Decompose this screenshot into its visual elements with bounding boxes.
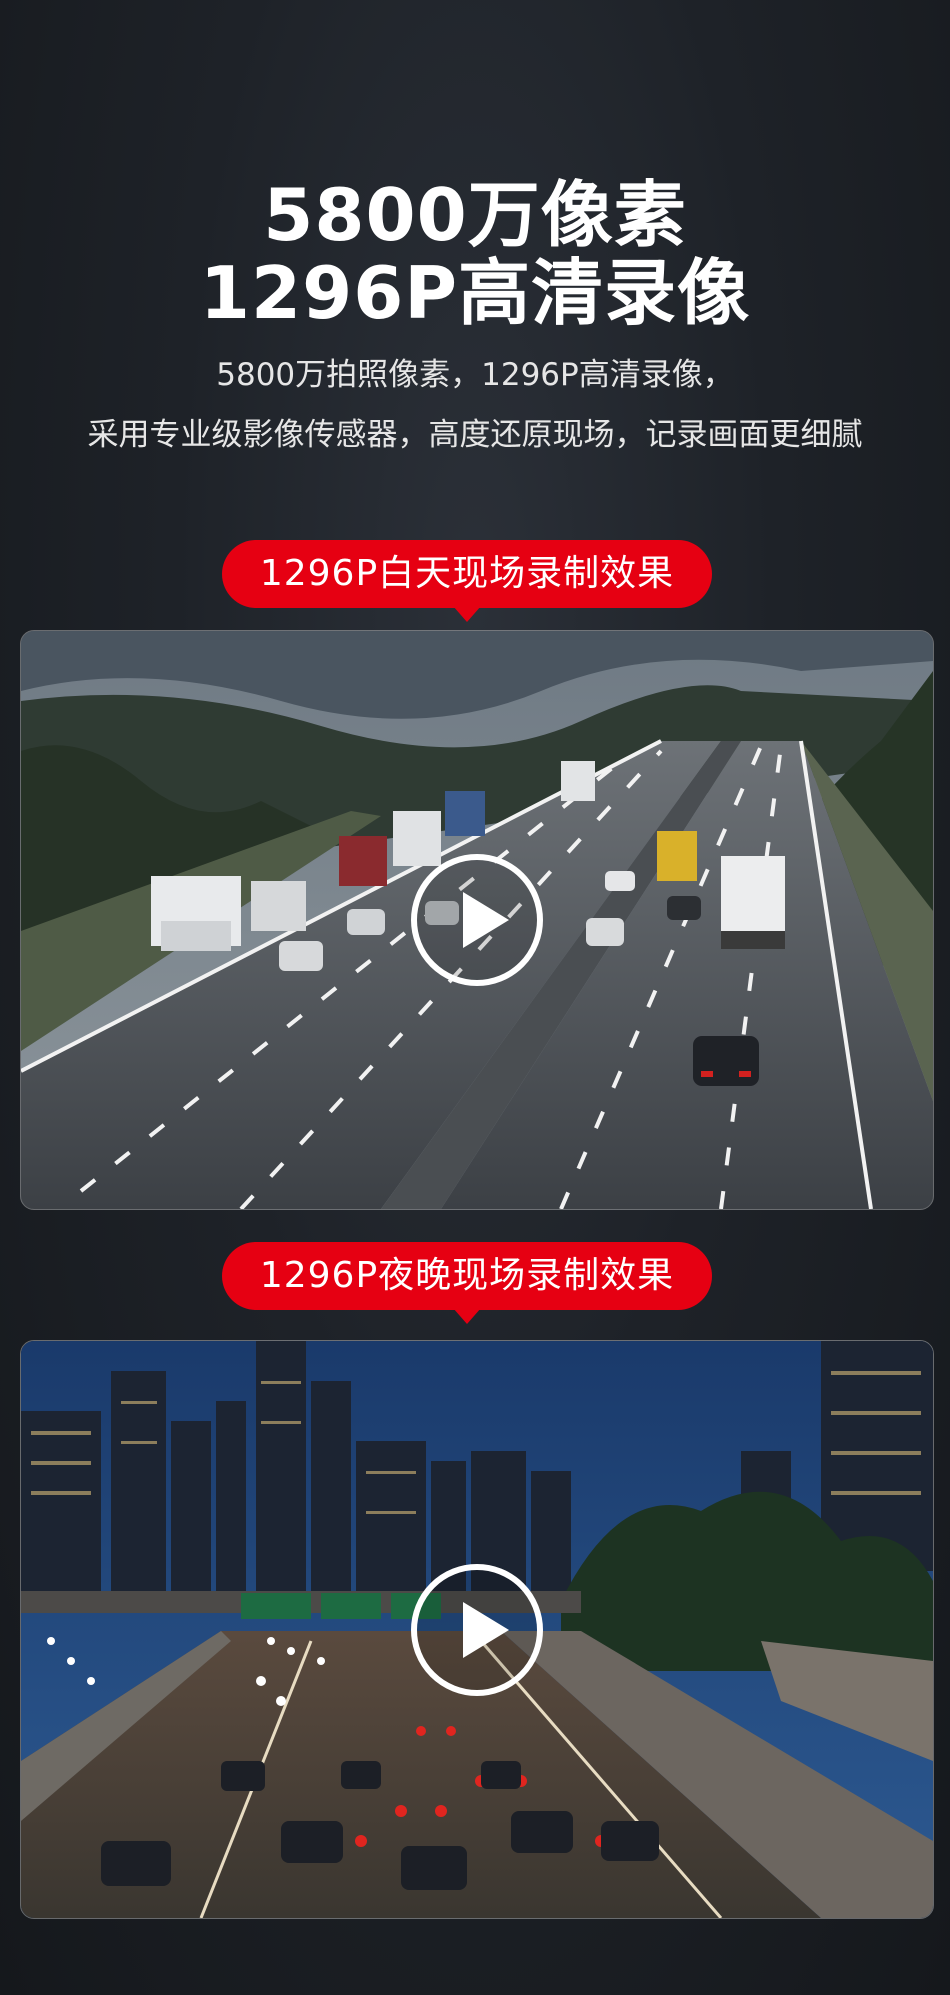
day-video-play-button[interactable] xyxy=(411,854,543,986)
headline-1296p-recording: 1296P高清录像 xyxy=(199,251,751,335)
headline-megapixels: 5800万像素 xyxy=(263,173,687,257)
night-video-play-button[interactable] xyxy=(411,1563,543,1696)
product-detail-page: 5800万像素 1296P高清录像 5800万拍照像素，1296P高清录像， 采… xyxy=(0,0,950,1995)
day-recording-label: 1296P白天现场录制效果 xyxy=(222,540,712,622)
night-recording-label: 1296P夜晚现场录制效果 xyxy=(222,1242,712,1324)
description-line-2: 采用专业级影像传感器，高度还原现场，记录画面更细腻 xyxy=(87,417,863,453)
description-line-1: 5800万拍照像素，1296P高清录像， xyxy=(216,357,734,393)
night-recording-video[interactable] xyxy=(20,1340,934,1919)
play-icon xyxy=(463,1601,509,1658)
play-icon xyxy=(463,892,509,948)
day-recording-video[interactable] xyxy=(20,630,934,1210)
